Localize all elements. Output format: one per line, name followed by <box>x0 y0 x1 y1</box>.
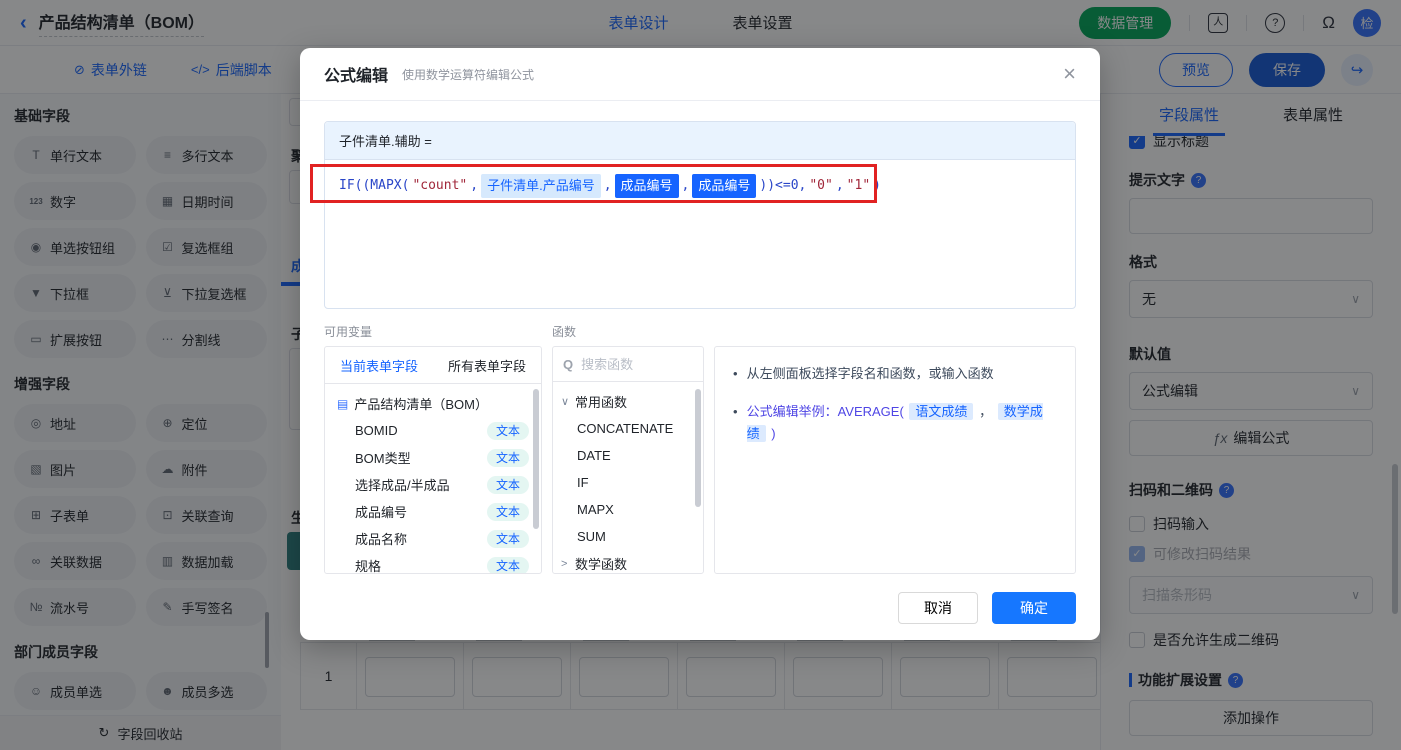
function-group-common[interactable]: ∨ 常用函数 <box>553 388 703 415</box>
function-item[interactable]: IF <box>553 469 703 496</box>
field-chip-subform-product-code[interactable]: 子件清单.产品编号 <box>481 174 601 198</box>
functions-list: ∨ 常用函数 CONCATENATE DATE IF MAPX SUM > 数学函数… <box>553 382 703 573</box>
field-chip-product-code[interactable]: 成品编号 <box>614 174 679 198</box>
tab-all-form-fields[interactable]: 所有表单字段 <box>433 347 541 383</box>
type-badge: 文本 <box>486 529 529 548</box>
functions-scrollbar[interactable] <box>695 389 701 507</box>
tips-panel: • 从左侧面板选择字段名和函数，或输入函数 • 公式编辑举例：AVERAGE( … <box>714 346 1076 574</box>
variables-list: ▤ 产品结构清单（BOM） BOMID 文本 BOM类型 文本 选择成品/半成品 文本… <box>325 384 541 573</box>
type-badge: 文本 <box>486 421 529 440</box>
field-row[interactable]: 规格 文本 <box>325 552 541 573</box>
available-variables-label: 可用变量 <box>324 325 373 339</box>
field-row[interactable]: BOMID 文本 <box>325 417 541 444</box>
formula-line: IF((MAPX("count", 子件清单.产品编号 , 成品编号 , 成品编… <box>339 174 1061 198</box>
field-row[interactable]: 选择成品/半成品 文本 <box>325 471 541 498</box>
cancel-button[interactable]: 取消 <box>898 592 978 624</box>
app: ‹ 产品结构清单（BOM） 表单设计 表单设置 数据管理 人 ? Ω 检 ⊘ 表… <box>0 0 1401 750</box>
formula-edit-modal: 公式编辑 使用数学运算符编辑公式 × 子件清单.辅助 = IF((MAPX("c… <box>300 48 1100 640</box>
bullet-icon: • <box>733 366 738 381</box>
modal-footer: 取消 确定 <box>324 592 1076 624</box>
function-item[interactable]: SUM <box>553 523 703 550</box>
modal-title: 公式编辑 <box>324 68 389 85</box>
type-badge: 文本 <box>486 475 529 494</box>
field-row[interactable]: 成品编号 文本 <box>325 498 541 525</box>
formula-target: 子件清单.辅助 = <box>325 122 1075 160</box>
search-icon: Q <box>563 356 574 372</box>
functions-panel: Q ∨常用函数 CONCATENATE DATE IF MAPX SUM >数学… <box>552 346 704 574</box>
chevron-down-icon: ∨ <box>561 396 570 408</box>
example-chip-chinese-score: 语文成绩 <box>909 403 974 420</box>
modal-panels: 当前表单字段 所有表单字段 ▤ 产品结构清单（BOM） BOMID 文本 BOM类… <box>324 346 1076 574</box>
document-icon: ▤ <box>337 396 349 411</box>
function-item[interactable]: DATE <box>553 442 703 469</box>
variables-panel: 当前表单字段 所有表单字段 ▤ 产品结构清单（BOM） BOMID 文本 BOM类… <box>324 346 542 574</box>
formula-code: ) <box>873 178 881 193</box>
variables-tabs: 当前表单字段 所有表单字段 <box>325 347 541 384</box>
tip-line-example: • 公式编辑举例：AVERAGE( 语文成绩 ， 数学成绩 ) <box>733 401 1057 445</box>
formula-code: IF((MAPX( <box>339 178 410 193</box>
formula-code: ))<=0, <box>759 178 807 193</box>
tip-line: • 从左侧面板选择字段名和函数，或输入函数 <box>733 363 1057 385</box>
modal-header: 公式编辑 使用数学运算符编辑公式 × <box>300 48 1100 101</box>
function-item[interactable]: MAPX <box>553 496 703 523</box>
function-group-math[interactable]: > 数学函数 <box>553 550 703 573</box>
form-node[interactable]: ▤ 产品结构清单（BOM） <box>325 390 541 417</box>
type-badge: 文本 <box>486 556 529 573</box>
type-badge: 文本 <box>486 502 529 521</box>
modal-subtitle: 使用数学运算符编辑公式 <box>402 67 535 82</box>
function-search: Q <box>553 347 703 382</box>
field-row[interactable]: 成品名称 文本 <box>325 525 541 552</box>
field-chip-product-code[interactable]: 成品编号 <box>692 174 757 198</box>
function-search-input[interactable] <box>579 355 693 373</box>
example-code: 公式编辑举例：AVERAGE( <box>746 404 904 419</box>
formula-code-area[interactable]: IF((MAPX("count", 子件清单.产品编号 , 成品编号 , 成品编… <box>325 160 1075 308</box>
example-code: ) <box>771 426 776 441</box>
tab-current-form-fields[interactable]: 当前表单字段 <box>325 347 433 383</box>
field-row[interactable]: BOM类型 文本 <box>325 444 541 471</box>
formula-editor: 子件清单.辅助 = IF((MAPX("count", 子件清单.产品编号 , … <box>324 121 1076 309</box>
type-badge: 文本 <box>486 448 529 467</box>
close-icon[interactable]: × <box>1063 63 1076 85</box>
confirm-button[interactable]: 确定 <box>992 592 1076 624</box>
panel-labels: 可用变量 函数 <box>324 323 1076 340</box>
formula-string: "count" <box>412 178 468 193</box>
functions-label: 函数 <box>552 325 577 339</box>
formula-string: "0" <box>809 178 833 193</box>
function-item[interactable]: CONCATENATE <box>553 415 703 442</box>
formula-string: "1" <box>846 178 871 193</box>
bullet-icon: • <box>733 404 738 419</box>
chevron-right-icon: > <box>561 557 568 570</box>
variables-scrollbar[interactable] <box>533 389 539 529</box>
